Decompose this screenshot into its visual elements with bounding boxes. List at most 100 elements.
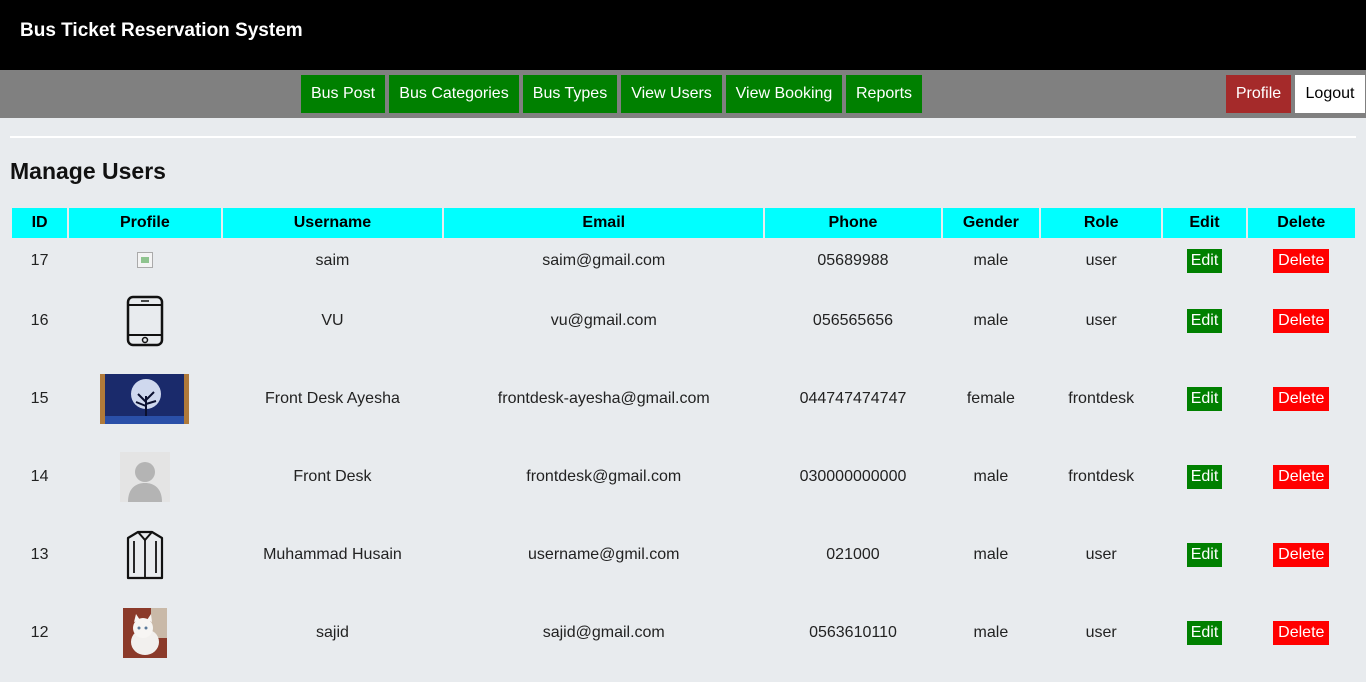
delete-button[interactable]: Delete xyxy=(1273,248,1330,273)
edit-button[interactable]: Edit xyxy=(1186,543,1223,567)
edit-button[interactable]: Edit xyxy=(1186,309,1223,333)
table-row: 13 Muhammad Husain username@gmil.com 021… xyxy=(12,517,1355,593)
cell-username: sajid xyxy=(315,624,349,641)
edit-button[interactable]: Edit xyxy=(1186,248,1223,273)
col-header-id: ID xyxy=(12,208,68,238)
delete-button[interactable]: Delete xyxy=(1273,465,1330,489)
cell-username: saim xyxy=(315,251,350,269)
cell-email: vu@gmail.com xyxy=(550,312,657,329)
cell-phone: 030000000000 xyxy=(799,468,907,485)
cell-profile xyxy=(69,361,220,437)
cell-delete: Delete xyxy=(1248,240,1355,281)
cell-phone: 044747474747 xyxy=(799,390,907,407)
cell-profile xyxy=(69,240,220,281)
cell-delete: Delete xyxy=(1248,283,1355,359)
table-row: 15 Front Desk Ayesha frontdesk-ayesha@gm… xyxy=(12,361,1355,437)
cell-phone: 056565656 xyxy=(812,312,894,329)
col-header-gender: Gender xyxy=(942,208,1040,238)
cell-delete: Delete xyxy=(1248,595,1355,671)
edit-button[interactable]: Edit xyxy=(1186,465,1223,489)
cell-phone: 05689988 xyxy=(817,251,889,269)
divider xyxy=(10,136,1356,138)
col-header-username: Username xyxy=(222,208,443,238)
logout-button[interactable]: Logout xyxy=(1295,75,1365,113)
cell-id: 17 xyxy=(30,251,49,269)
edit-button[interactable]: Edit xyxy=(1186,621,1223,645)
table-header-row: ID Profile Username Email Phone Gender R… xyxy=(12,208,1355,238)
cell-gender: female xyxy=(966,390,1015,407)
cell-username: Front Desk Ayesha xyxy=(264,390,400,407)
cell-profile xyxy=(69,595,220,671)
nav-view-booking-button[interactable]: View Booking xyxy=(726,75,842,113)
cell-edit: Edit xyxy=(1163,283,1245,359)
broken-image-icon xyxy=(136,252,153,269)
cell-delete: Delete xyxy=(1248,439,1355,515)
col-header-edit: Edit xyxy=(1163,208,1246,238)
cell-username: Muhammad Husain xyxy=(263,546,402,563)
cell-profile xyxy=(69,517,220,593)
cell-profile xyxy=(69,439,220,515)
shirt-icon xyxy=(126,530,163,580)
cell-profile xyxy=(69,283,220,359)
cell-email: username@gmil.com xyxy=(528,546,680,563)
cell-gender: male xyxy=(973,468,1009,485)
nav-bus-categories-button[interactable]: Bus Categories xyxy=(389,75,519,113)
nav-bus-post-button[interactable]: Bus Post xyxy=(301,75,385,113)
delete-button[interactable]: Delete xyxy=(1273,387,1330,411)
cell-gender: male xyxy=(973,546,1009,563)
header-bar: Bus Ticket Reservation System xyxy=(0,0,1366,70)
cell-edit: Edit xyxy=(1163,439,1245,515)
cell-phone: 021000 xyxy=(826,546,880,563)
cell-id: 14 xyxy=(30,468,49,485)
cell-delete: Delete xyxy=(1248,517,1355,593)
phone-icon xyxy=(126,295,164,347)
users-table: ID Profile Username Email Phone Gender R… xyxy=(10,206,1357,673)
edit-button[interactable]: Edit xyxy=(1186,387,1223,411)
col-header-phone: Phone xyxy=(765,208,941,238)
cell-email: frontdesk@gmail.com xyxy=(526,468,682,485)
page-title: Manage Users xyxy=(10,158,166,184)
cell-role: user xyxy=(1085,546,1117,563)
nav-view-users-button[interactable]: View Users xyxy=(621,75,722,113)
cell-id: 13 xyxy=(30,546,49,563)
nav-bar: Bus Post Bus Categories Bus Types View U… xyxy=(0,70,1366,118)
col-header-email: Email xyxy=(444,208,764,238)
cell-edit: Edit xyxy=(1163,361,1245,437)
app-title: Bus Ticket Reservation System xyxy=(20,20,303,41)
cell-role: user xyxy=(1085,251,1117,269)
table-row: 17 saim saim@gmail.com 05689988 male use… xyxy=(12,240,1355,281)
delete-button[interactable]: Delete xyxy=(1273,309,1330,333)
cell-role: frontdesk xyxy=(1068,468,1135,485)
cell-edit: Edit xyxy=(1163,595,1245,671)
cell-username: VU xyxy=(321,312,344,329)
nav-bus-types-button[interactable]: Bus Types xyxy=(523,75,617,113)
cell-phone: 0563610110 xyxy=(809,624,897,641)
moon-tree-photo xyxy=(100,374,190,424)
cell-delete: Delete xyxy=(1248,361,1355,437)
col-header-profile: Profile xyxy=(69,208,221,238)
profile-button[interactable]: Profile xyxy=(1226,75,1291,113)
cat-photo xyxy=(122,608,167,658)
cell-role: frontdesk xyxy=(1068,390,1135,407)
cell-edit: Edit xyxy=(1163,240,1245,281)
cell-role: user xyxy=(1085,624,1117,641)
cell-username: Front Desk xyxy=(293,468,372,485)
table-row: 16 VU vu@gmail.com 056565656 male user E… xyxy=(12,283,1355,359)
cell-email: saim@gmail.com xyxy=(542,251,666,269)
cell-email: sajid@gmail.com xyxy=(542,624,665,641)
cell-id: 16 xyxy=(30,312,49,329)
col-header-delete: Delete xyxy=(1247,208,1355,238)
delete-button[interactable]: Delete xyxy=(1273,621,1330,645)
table-row: 14 Front Desk frontdesk@gmail.com 030000… xyxy=(12,439,1355,515)
cell-id: 15 xyxy=(30,390,49,407)
cell-id: 12 xyxy=(30,624,49,641)
cell-email: frontdesk-ayesha@gmail.com xyxy=(497,390,710,407)
delete-button[interactable]: Delete xyxy=(1273,543,1330,567)
cell-role: user xyxy=(1085,312,1117,329)
cell-gender: male xyxy=(973,251,1009,269)
table-row: 12 sajid sajid@gmail.com 0563610110 male… xyxy=(12,595,1355,671)
cell-edit: Edit xyxy=(1163,517,1245,593)
col-header-role: Role xyxy=(1041,208,1162,238)
nav-reports-button[interactable]: Reports xyxy=(846,75,922,113)
cell-gender: male xyxy=(973,312,1009,329)
